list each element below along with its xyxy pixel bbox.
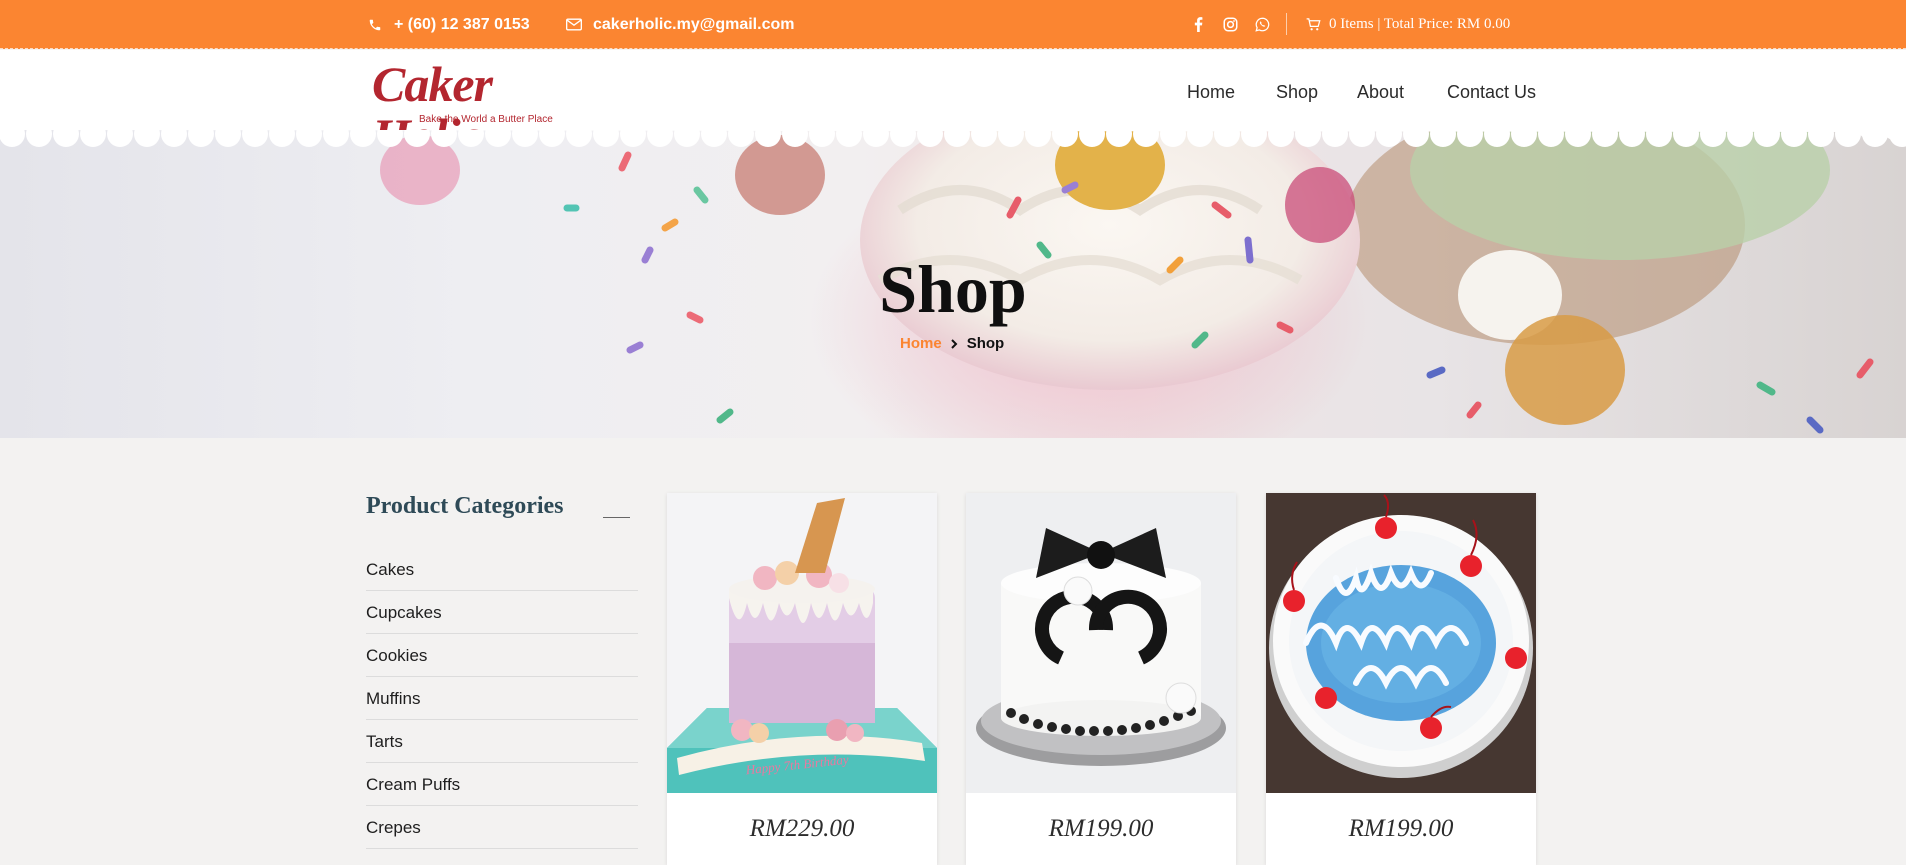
category-list: Cakes Cupcakes Cookies Muffins Tarts Cre… — [366, 548, 638, 849]
breadcrumb-home[interactable]: Home — [900, 335, 942, 352]
mail-icon — [565, 16, 583, 34]
site-logo[interactable]: Caker Holic Bake the World a Butter Plac… — [372, 58, 604, 162]
facebook-icon[interactable] — [1189, 16, 1207, 34]
nav-shop[interactable]: Shop — [1276, 82, 1318, 103]
nav-about[interactable]: About — [1357, 82, 1404, 103]
cart-summary[interactable]: 0 Items | Total Price: RM 0.00 — [1306, 0, 1510, 49]
product-card[interactable]: RM199.00 — [1266, 493, 1536, 865]
product-price: RM229.00 — [749, 815, 855, 842]
logo-tagline: Bake the World a Butter Place — [419, 114, 553, 125]
hero-banner: Shop — [0, 130, 1906, 438]
email-address: cakerholic.my@gmail.com — [593, 15, 795, 33]
breadcrumb: Home Shop — [900, 335, 1004, 352]
email-contact[interactable]: cakerholic.my@gmail.com — [565, 0, 794, 49]
phone-icon — [366, 16, 384, 34]
product-card[interactable]: RM199.00 — [966, 493, 1236, 865]
product-price: RM199.00 — [1348, 815, 1454, 842]
product-card[interactable]: Happy 7th Birthday RM229.00 — [667, 493, 937, 865]
scallop-border — [0, 130, 1906, 147]
phone-number: + (60) 12 387 0153 — [394, 15, 530, 33]
phone-contact[interactable]: + (60) 12 387 0153 — [366, 0, 530, 49]
category-item-tarts[interactable]: Tarts — [366, 720, 638, 763]
instagram-icon[interactable] — [1221, 16, 1239, 34]
product-image-chanel-bow-cake[interactable] — [966, 493, 1236, 793]
category-item-cakes[interactable]: Cakes — [366, 548, 638, 591]
category-item-cream-puffs[interactable]: Cream Puffs — [366, 763, 638, 806]
whatsapp-icon[interactable] — [1253, 16, 1271, 34]
nav-home[interactable]: Home — [1187, 82, 1235, 103]
heading-underline — [603, 517, 630, 518]
chevron-right-icon — [950, 338, 958, 349]
product-image-unicorn-drip-cake[interactable]: Happy 7th Birthday — [667, 493, 937, 793]
product-price: RM199.00 — [1048, 815, 1154, 842]
category-item-muffins[interactable]: Muffins — [366, 677, 638, 720]
top-bar: + (60) 12 387 0153 cakerholic.my@gmail.c… — [0, 0, 1906, 49]
category-item-cupcakes[interactable]: Cupcakes — [366, 591, 638, 634]
category-item-cookies[interactable]: Cookies — [366, 634, 638, 677]
category-item-crepes[interactable]: Crepes — [366, 806, 638, 849]
categories-heading: Product Categories — [366, 493, 564, 519]
cart-icon — [1306, 18, 1321, 31]
page-title: Shop — [879, 251, 1027, 327]
cart-text: 0 Items | Total Price: RM 0.00 — [1329, 16, 1511, 32]
social-links — [1189, 0, 1285, 49]
topbar-divider — [1286, 13, 1287, 35]
nav-contact-us[interactable]: Contact Us — [1447, 82, 1536, 103]
product-image-happy-birthday-papa-cake[interactable] — [1266, 493, 1536, 793]
breadcrumb-current: Shop — [966, 335, 1005, 352]
